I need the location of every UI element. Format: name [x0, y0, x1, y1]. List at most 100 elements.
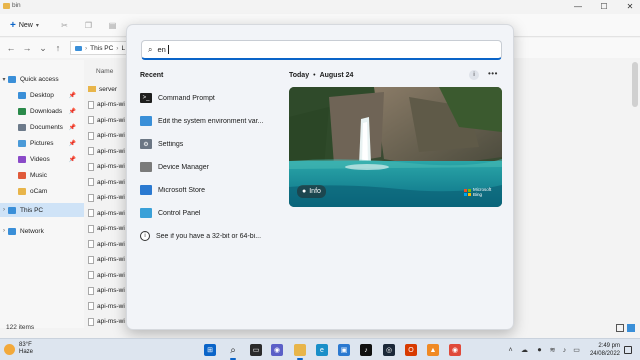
file-row[interactable]: api-ms-wi — [88, 98, 128, 112]
recent-item[interactable]: Microsoft Store — [140, 180, 280, 200]
store-icon[interactable]: ▣ — [338, 344, 350, 356]
pic-icon — [18, 139, 26, 147]
file-row[interactable]: api-ms-wi — [88, 299, 128, 313]
copy-icon[interactable]: ❐ — [84, 21, 93, 30]
sidebar-item-pic[interactable]: Pictures 📌 — [0, 136, 84, 150]
gear-icon: ⚙ — [140, 139, 152, 149]
search-panel: ⌕ en Recent >_ Command Prompt Edit the sys… — [126, 24, 514, 330]
up-arrow-icon[interactable]: ↑ — [53, 43, 63, 53]
expand-chevron-icon[interactable]: › — [0, 207, 8, 213]
file-name: api-ms-wi — [97, 240, 125, 248]
sidebar-item-net[interactable]: › Network — [0, 224, 84, 238]
navigation-pane: ▾ Quick access Desktop 📌 Downloads 📌 Documents… — [0, 60, 84, 328]
chevron-up-icon[interactable]: ˄ — [506, 346, 515, 355]
forward-arrow-icon[interactable]: → — [22, 43, 32, 53]
file-row[interactable]: api-ms-wi — [88, 268, 128, 282]
wifi-icon[interactable]: ≋ — [548, 346, 557, 355]
start-button-icon[interactable]: ⊞ — [204, 344, 216, 356]
search-input[interactable]: ⌕ en — [141, 40, 502, 60]
today-label: Today — [289, 72, 310, 79]
folder-icon — [18, 187, 26, 195]
clock-time: 2:49 pm — [598, 343, 620, 349]
file-row[interactable]: api-ms-wi — [88, 175, 128, 189]
expand-chevron-icon[interactable]: ▾ — [0, 76, 8, 83]
new-button[interactable]: + New ▾ — [6, 19, 43, 32]
file-name: api-ms-wi — [97, 302, 125, 310]
search-icon[interactable]: ⌕ — [227, 344, 239, 360]
task-view-icon[interactable]: ▭ — [250, 344, 262, 356]
volume-icon[interactable]: ♪ — [560, 346, 569, 355]
sidebar-item-vid[interactable]: Videos 📌 — [0, 152, 84, 166]
pin-icon: 📌 — [68, 124, 76, 131]
folder-row[interactable]: server — [88, 82, 128, 96]
more-options-icon[interactable]: ••• — [488, 69, 498, 78]
expand-chevron-icon[interactable]: › — [0, 228, 8, 234]
file-row[interactable]: api-ms-wi — [88, 144, 128, 158]
recent-item[interactable]: Device Manager — [140, 157, 280, 177]
battery-icon[interactable]: ▭ — [572, 346, 581, 355]
text-caret — [167, 45, 169, 54]
office-icon[interactable]: O — [405, 344, 417, 356]
sidebar-item-music[interactable]: Music — [0, 168, 84, 182]
column-header-name[interactable]: Name — [96, 68, 113, 75]
this-pc-icon — [75, 45, 82, 51]
sidebar-item-pc[interactable]: › This PC — [0, 203, 84, 217]
file-explorer-icon[interactable] — [294, 344, 306, 360]
file-row[interactable]: api-ms-wi — [88, 191, 128, 205]
breadcrumb-this-pc[interactable]: This PC — [90, 45, 113, 52]
details-view-icon[interactable] — [616, 324, 624, 332]
clock[interactable]: 2:49 pm 24/08/2022 — [584, 342, 620, 358]
clock-date: 24/08/2022 — [589, 351, 620, 357]
sidebar-item-star[interactable]: ▾ Quick access — [0, 72, 84, 86]
notification-icon[interactable] — [624, 346, 632, 354]
paste-icon[interactable]: ▤ — [108, 21, 117, 30]
edge-icon[interactable]: e — [316, 344, 328, 356]
info-button[interactable]: i — [469, 70, 479, 80]
sidebar-item-folder[interactable]: oCam — [0, 184, 84, 198]
chevron-down-icon[interactable]: ⌄ — [38, 43, 48, 53]
maximize-button[interactable]: ☐ — [596, 1, 612, 13]
vlc-icon[interactable]: ▲ — [427, 344, 439, 356]
file-row[interactable]: api-ms-wi — [88, 284, 128, 298]
chrome-icon[interactable]: ◉ — [449, 344, 461, 356]
back-arrow-icon[interactable]: ← — [6, 43, 16, 53]
tiktok-icon[interactable]: ♪ — [360, 344, 372, 356]
file-row[interactable]: api-ms-wi — [88, 237, 128, 251]
file-row[interactable]: api-ms-wi — [88, 222, 128, 236]
sidebar-item-down[interactable]: Downloads 📌 — [0, 104, 84, 118]
recent-item-label: Command Prompt — [158, 94, 215, 102]
steam-icon[interactable]: ◎ — [383, 344, 395, 356]
bing-badge-line2: Bing — [473, 192, 483, 197]
cut-icon[interactable]: ✂ — [60, 21, 69, 30]
info-button[interactable]: ● Info — [297, 185, 326, 198]
scrollbar[interactable] — [632, 62, 638, 107]
today-date: August 24 — [319, 72, 354, 79]
sidebar-item-desk[interactable]: Desktop 📌 — [0, 88, 84, 102]
file-row[interactable]: api-ms-wi — [88, 129, 128, 143]
pin-icon: 📌 — [68, 92, 76, 99]
file-name: api-ms-wi — [97, 194, 125, 201]
file-row[interactable]: api-ms-wi — [88, 253, 128, 267]
recent-item[interactable]: Edit the system environment var... — [140, 111, 280, 131]
file-row[interactable]: api-ms-wi — [88, 160, 128, 174]
close-button[interactable]: ✕ — [622, 1, 638, 13]
file-name: api-ms-wi — [97, 287, 125, 294]
file-row[interactable]: api-ms-wi — [88, 113, 128, 127]
breadcrumb-drive[interactable]: L — [121, 45, 125, 52]
recent-item[interactable]: >_ Command Prompt — [140, 88, 280, 108]
file-row[interactable]: api-ms-wi — [88, 315, 128, 329]
tiles-view-icon[interactable] — [627, 324, 635, 332]
sidebar-item-label: Pictures — [30, 139, 54, 147]
microphone-icon[interactable]: ⏺ — [535, 346, 544, 355]
minimize-button[interactable]: — — [570, 1, 586, 13]
search-query[interactable]: en — [157, 45, 165, 54]
sidebar-item-doc[interactable]: Documents 📌 — [0, 120, 84, 134]
recent-item[interactable]: ⚙ Settings — [140, 134, 280, 154]
recent-item[interactable]: i See if you have a 32-bit or 64-bi... — [140, 226, 280, 246]
microsoft-bing-logo: Microsoft Bing — [464, 187, 491, 197]
recent-item[interactable]: Control Panel — [140, 203, 280, 223]
cloud-icon[interactable]: ☁ — [520, 346, 529, 355]
file-row[interactable]: api-ms-wi — [88, 206, 128, 220]
weather-widget[interactable]: 83°F Haze — [4, 342, 33, 356]
chat-icon[interactable]: ◉ — [271, 344, 283, 356]
